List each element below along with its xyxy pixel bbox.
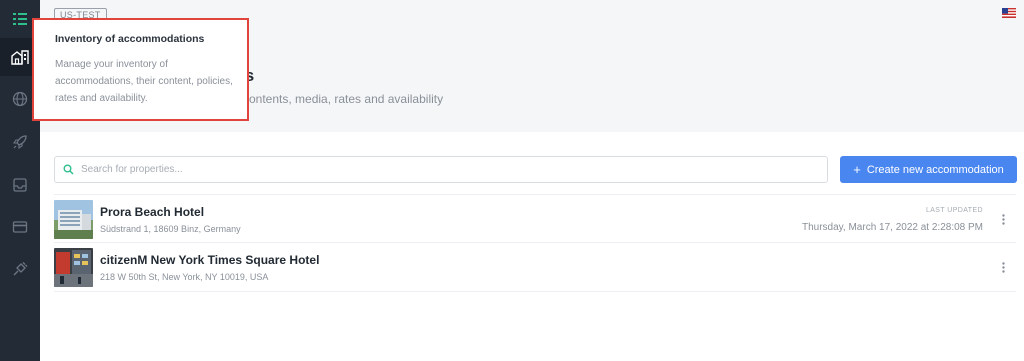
rocket-icon — [12, 135, 27, 150]
property-address: 218 W 50th St, New York, NY 10019, USA — [100, 272, 269, 282]
create-accommodation-button[interactable]: + Create new accommodation — [840, 156, 1017, 183]
plug-icon — [13, 262, 28, 276]
app-root: US-TEST ons ontents, media, rates and av… — [0, 0, 1024, 361]
property-name[interactable]: citizenM New York Times Square Hotel — [100, 253, 319, 267]
sidebar-item-integrations[interactable] — [0, 250, 40, 288]
search-input[interactable] — [81, 164, 801, 175]
page-subtitle: ontents, media, rates and availability — [249, 92, 444, 106]
tooltip-title: Inventory of accommodations — [55, 33, 205, 45]
property-address: Südstrand 1, 18609 Binz, Germany — [100, 224, 241, 234]
search-icon — [55, 164, 81, 175]
menu-icon — [13, 13, 27, 25]
sidebar-item-inbox[interactable] — [0, 166, 40, 204]
more-options-icon[interactable] — [998, 259, 1008, 275]
hotel-building-icon — [11, 50, 29, 65]
property-thumbnail — [54, 200, 93, 239]
last-updated-value: Thursday, March 17, 2022 at 2:28:08 PM — [801, 222, 983, 233]
list-item[interactable]: citizenM New York Times Square Hotel 218… — [54, 243, 1016, 292]
last-updated-label: LAST UPDATED — [925, 207, 983, 214]
property-list: Prora Beach Hotel Südstrand 1, 18609 Bin… — [54, 194, 1016, 292]
search-box[interactable] — [54, 156, 828, 183]
inbox-icon — [13, 178, 27, 192]
property-name[interactable]: Prora Beach Hotel — [100, 205, 204, 219]
sidebar-item-launch[interactable] — [0, 123, 40, 161]
us-flag-icon[interactable] — [1002, 8, 1016, 18]
sidebar-item-billing[interactable] — [0, 208, 40, 246]
tooltip-body: Manage your inventory of accommodations,… — [55, 59, 233, 104]
property-thumbnail — [54, 248, 93, 287]
tooltip-arrow — [34, 54, 40, 64]
globe-icon — [12, 91, 28, 107]
more-options-icon[interactable] — [998, 211, 1008, 227]
plus-icon: + — [853, 162, 861, 177]
create-accommodation-label: Create new accommodation — [866, 163, 1004, 176]
list-item[interactable]: Prora Beach Hotel Südstrand 1, 18609 Bin… — [54, 194, 1016, 243]
credit-card-icon — [12, 221, 28, 233]
